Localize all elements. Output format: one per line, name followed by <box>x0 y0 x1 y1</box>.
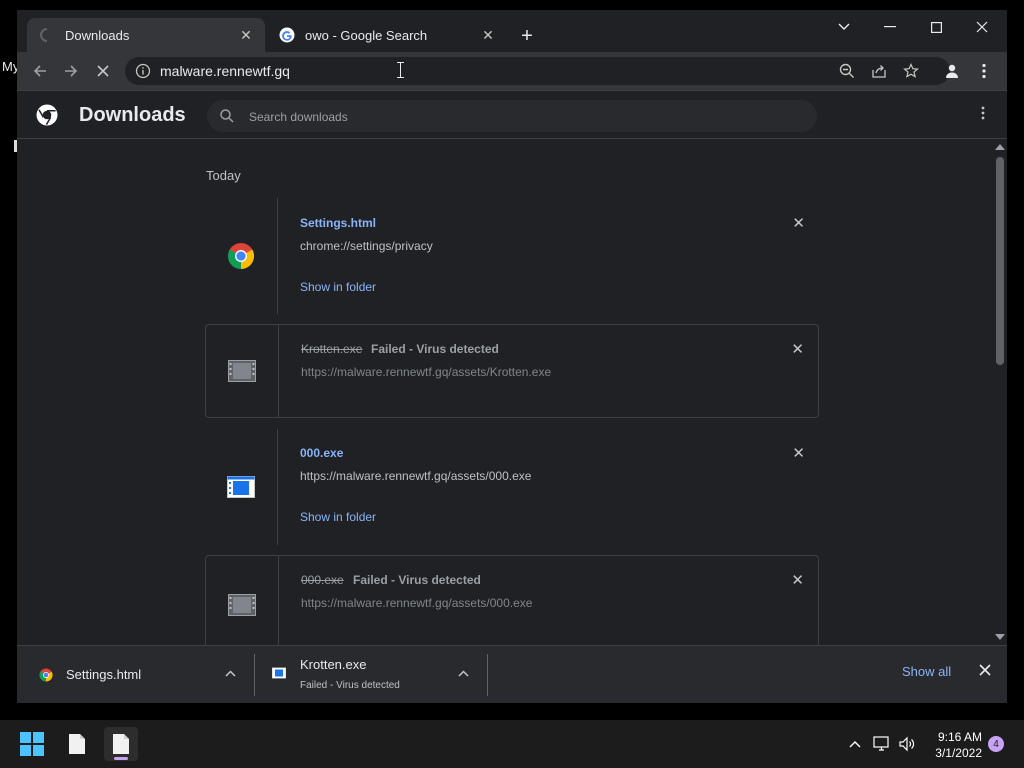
file-url: https://malware.rennewtf.gq/assets/000.e… <box>301 596 533 610</box>
shelf-file-status: Failed - Virus detected <box>300 680 400 691</box>
download-shelf: Settings.html Krotten.exe Failed - Virus… <box>17 645 1007 703</box>
taskbar-app-active-file[interactable] <box>104 727 138 761</box>
remove-item-icon[interactable]: ✕ <box>791 340 804 358</box>
search-input[interactable] <box>247 100 791 134</box>
date-heading: Today <box>206 168 241 183</box>
maximize-button[interactable] <box>913 12 959 42</box>
system-clock[interactable]: 9:16 AM 3/1/2022 <box>930 729 982 761</box>
notification-badge[interactable]: 4 <box>988 736 1004 752</box>
tab-strip: Downloads ✕ owo - Google Search ✕ + <box>17 10 1007 52</box>
remove-item-icon[interactable]: ✕ <box>791 571 804 589</box>
new-tab-button[interactable]: + <box>515 24 539 48</box>
clock-date: 3/1/2022 <box>935 746 982 760</box>
browser-window: Downloads ✕ owo - Google Search ✕ + malw… <box>17 10 1007 703</box>
site-info-icon[interactable] <box>135 63 151 79</box>
chrome-icon <box>227 243 255 270</box>
share-icon[interactable] <box>869 61 889 81</box>
tab-title: Downloads <box>65 27 130 43</box>
chevron-up-icon[interactable] <box>225 666 236 680</box>
chevron-up-icon[interactable] <box>458 666 469 680</box>
close-tab-icon[interactable]: ✕ <box>479 26 497 44</box>
scroll-up-arrow-icon[interactable] <box>995 144 1005 150</box>
exe-icon <box>227 476 255 498</box>
tab-title: owo - Google Search <box>305 27 428 43</box>
url-text[interactable]: malware.rennewtf.gq <box>160 63 290 79</box>
browser-menu-icon[interactable] <box>971 58 997 84</box>
shelf-file-name: Settings.html <box>66 667 142 682</box>
address-bar[interactable]: malware.rennewtf.gq <box>125 57 950 85</box>
download-item: Krotten.exe Failed - Virus detected http… <box>205 324 819 418</box>
failed-status: Failed - Virus detected <box>371 342 499 356</box>
text-cursor-icon <box>397 62 404 78</box>
file-icon <box>228 594 256 616</box>
downloads-list[interactable]: Today Settings.html chrome://settings/pr… <box>17 139 1007 645</box>
close-window-button[interactable] <box>959 12 1005 42</box>
downloads-header: Downloads <box>17 90 1007 139</box>
chrome-icon <box>39 668 53 682</box>
profile-icon[interactable] <box>939 58 965 84</box>
file-url: https://malware.rennewtf.gq/assets/Krott… <box>301 365 552 379</box>
close-tab-icon[interactable]: ✕ <box>237 26 255 44</box>
shelf-divider <box>487 654 488 696</box>
chrome-logo-icon <box>36 104 58 126</box>
file-url[interactable]: https://malware.rennewtf.gq/assets/000.e… <box>300 469 531 483</box>
scroll-down-arrow-icon[interactable] <box>995 634 1005 640</box>
download-item: Settings.html chrome://settings/privacy … <box>205 198 819 314</box>
bookmark-star-icon[interactable] <box>901 61 921 81</box>
show-in-folder-link[interactable]: Show in folder <box>300 280 376 294</box>
volume-icon[interactable] <box>897 734 917 754</box>
clock-time: 9:16 AM <box>937 730 982 744</box>
scroll-thumb[interactable] <box>996 157 1004 365</box>
file-icon <box>272 667 286 679</box>
file-name-link[interactable]: 000.exe <box>300 446 343 460</box>
file-name: Krotten.exe <box>301 342 363 356</box>
chevron-up-icon[interactable] <box>845 734 865 754</box>
file-icon <box>228 360 256 382</box>
page-title: Downloads <box>79 104 186 126</box>
shelf-item-krotten[interactable]: Krotten.exe Failed - Virus detected <box>255 646 487 702</box>
minimize-button[interactable] <box>867 12 913 42</box>
start-button[interactable] <box>15 727 49 761</box>
windows-start-icon <box>20 732 44 756</box>
file-name-link[interactable]: Settings.html <box>300 216 376 230</box>
scrollbar[interactable] <box>992 139 1007 645</box>
forward-button[interactable] <box>58 58 84 84</box>
google-icon <box>279 27 295 43</box>
show-in-folder-link[interactable]: Show in folder <box>300 510 376 524</box>
more-actions-icon[interactable] <box>981 106 985 125</box>
zoom-icon[interactable] <box>837 61 857 81</box>
download-item: 000.exe https://malware.rennewtf.gq/asse… <box>205 429 819 545</box>
close-shelf-icon[interactable] <box>979 663 991 681</box>
file-url[interactable]: chrome://settings/privacy <box>300 239 433 253</box>
stop-loading-button[interactable] <box>90 58 116 84</box>
tab-downloads[interactable]: Downloads ✕ <box>27 18 265 52</box>
taskbar: 9:16 AM 3/1/2022 4 <box>0 720 1024 768</box>
shelf-file-name: Krotten.exe <box>300 657 367 672</box>
network-icon[interactable] <box>872 734 892 754</box>
browser-toolbar: malware.rennewtf.gq <box>17 52 1007 90</box>
back-button[interactable] <box>27 58 53 84</box>
search-downloads-box[interactable] <box>207 100 817 134</box>
taskbar-app-file[interactable] <box>60 727 94 761</box>
document-icon <box>69 734 85 754</box>
failed-status: Failed - Virus detected <box>353 573 481 587</box>
show-all-button[interactable]: Show all <box>897 664 956 686</box>
remove-item-icon[interactable]: ✕ <box>792 214 805 232</box>
download-item: 000.exe Failed - Virus detected https://… <box>205 555 819 645</box>
tab-google-search[interactable]: owo - Google Search ✕ <box>267 18 507 52</box>
tab-search-chevron-icon[interactable] <box>821 12 867 42</box>
active-indicator <box>114 757 128 760</box>
remove-item-icon[interactable]: ✕ <box>792 444 805 462</box>
loading-spinner-icon <box>40 28 48 42</box>
search-icon[interactable] <box>219 108 235 124</box>
shelf-item-settings[interactable]: Settings.html <box>17 646 253 702</box>
file-name: 000.exe <box>301 573 344 587</box>
document-icon <box>113 734 129 754</box>
